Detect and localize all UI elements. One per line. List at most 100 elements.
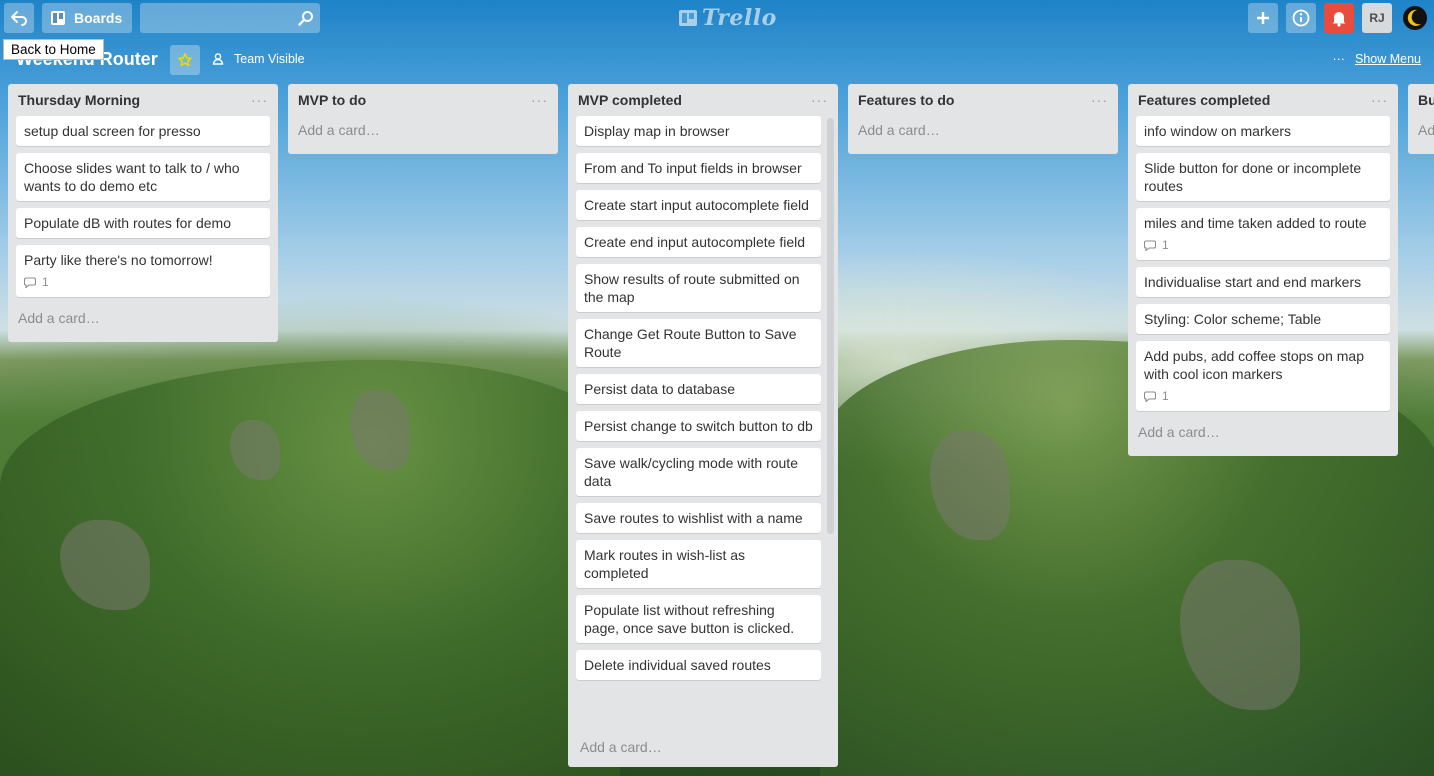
- visibility-label: Team Visible: [234, 52, 305, 66]
- card[interactable]: Populate dB with routes for demo: [16, 208, 270, 238]
- moon-icon-button[interactable]: [1400, 3, 1430, 33]
- card[interactable]: Delete individual saved routes: [576, 650, 821, 680]
- list-mvp-completed: MVP completed ··· Display map in browser…: [568, 84, 838, 767]
- card[interactable]: Save walk/cycling mode with route data: [576, 448, 821, 496]
- add-card-button[interactable]: Add a card…: [578, 733, 664, 763]
- list-header: MVP to do ···: [296, 84, 550, 116]
- card-title: Choose slides want to talk to / who want…: [24, 160, 240, 194]
- card[interactable]: Choose slides want to talk to / who want…: [16, 153, 270, 201]
- list-features-to-do: Features to do ··· Add a card…: [848, 84, 1118, 154]
- boards-label: Boards: [74, 10, 123, 26]
- card[interactable]: setup dual screen for presso: [16, 116, 270, 146]
- list-menu-icon[interactable]: ···: [811, 92, 828, 108]
- card[interactable]: Add pubs, add coffee stops on map with c…: [1136, 341, 1390, 411]
- list-thursday-morning: Thursday Morning ··· setup dual screen f…: [8, 84, 278, 342]
- comment-icon: [1144, 390, 1156, 402]
- card-title: Save walk/cycling mode with route data: [584, 455, 798, 489]
- card[interactable]: Persist change to switch button to db: [576, 411, 821, 441]
- card-title: Persist data to database: [584, 381, 735, 397]
- card[interactable]: Create start input autocomplete field: [576, 190, 821, 220]
- list-header: Features completed ···: [1136, 84, 1390, 116]
- card-title: Change Get Route Button to Save Route: [584, 326, 797, 360]
- header-right-controls: RJ: [1248, 3, 1430, 33]
- trello-logo[interactable]: Trello: [679, 5, 777, 31]
- star-board-button[interactable]: [170, 45, 200, 75]
- list-header: MVP completed ···: [576, 84, 830, 116]
- search-input[interactable]: [150, 3, 290, 33]
- card-title: From and To input fields in browser: [584, 160, 802, 176]
- card[interactable]: Persist data to database: [576, 374, 821, 404]
- card-title: Party like there's no tomorrow!: [24, 252, 213, 268]
- bell-icon: [1332, 12, 1346, 27]
- back-to-home-tooltip: Back to Home: [3, 39, 104, 60]
- list-title[interactable]: Features completed: [1138, 92, 1270, 108]
- list-partial: Bu Ad: [1408, 84, 1434, 154]
- boards-button[interactable]: Boards: [42, 3, 133, 33]
- info-button[interactable]: [1286, 3, 1316, 33]
- list-title[interactable]: MVP completed: [578, 92, 682, 108]
- card[interactable]: Individualise start and end markers: [1136, 267, 1390, 297]
- card-title: Create start input autocomplete field: [584, 197, 809, 213]
- comment-icon: [24, 276, 36, 288]
- card[interactable]: Display map in browser: [576, 116, 821, 146]
- comment-count: 1: [1162, 389, 1169, 403]
- list-menu-icon[interactable]: ···: [251, 92, 268, 108]
- info-icon: [1292, 9, 1310, 27]
- card[interactable]: Change Get Route Button to Save Route: [576, 319, 821, 367]
- moon-icon: [1403, 6, 1427, 30]
- card[interactable]: Styling: Color scheme; Table: [1136, 304, 1390, 334]
- card-title: setup dual screen for presso: [24, 123, 201, 139]
- create-button[interactable]: [1248, 3, 1278, 33]
- list-title[interactable]: Bu: [1418, 92, 1434, 108]
- list-title[interactable]: Features to do: [858, 92, 954, 108]
- list-header: Thursday Morning ···: [16, 84, 270, 116]
- back-to-home-button[interactable]: [4, 3, 34, 33]
- card[interactable]: miles and time taken added to route 1: [1136, 208, 1390, 260]
- card-title: Persist change to switch button to db: [584, 418, 813, 434]
- comment-count: 1: [42, 275, 49, 289]
- list-mvp-to-do: MVP to do ··· Add a card…: [288, 84, 558, 154]
- trello-logo-icon: [679, 10, 697, 26]
- add-card-button[interactable]: Add a card…: [856, 116, 1110, 146]
- add-card-button[interactable]: Add a card…: [296, 116, 550, 146]
- list-menu-icon[interactable]: ···: [1371, 92, 1388, 108]
- comment-count: 1: [1162, 238, 1169, 252]
- show-menu-button[interactable]: ··· Show Menu: [1332, 52, 1421, 66]
- list-features-completed: Features completed ··· info window on ma…: [1128, 84, 1398, 456]
- list-menu-icon[interactable]: ···: [531, 92, 548, 108]
- logo-text: Trello: [702, 5, 777, 31]
- back-arrow-icon: [11, 11, 27, 26]
- card[interactable]: info window on markers: [1136, 116, 1390, 146]
- card[interactable]: Populate list without refreshing page, o…: [576, 595, 821, 643]
- team-icon: [212, 53, 224, 65]
- card-title: Save routes to wishlist with a name: [584, 510, 803, 526]
- card-title: miles and time taken added to route: [1144, 215, 1367, 231]
- visibility-button[interactable]: Team Visible: [212, 52, 305, 66]
- card[interactable]: From and To input fields in browser: [576, 153, 821, 183]
- avatar[interactable]: RJ: [1362, 3, 1392, 33]
- list-title[interactable]: MVP to do: [298, 92, 366, 108]
- list-scrollbar[interactable]: [827, 118, 834, 534]
- list-header: Bu: [1416, 84, 1434, 116]
- add-card-button[interactable]: Add a card…: [1136, 418, 1390, 448]
- card[interactable]: Show results of route submitted on the m…: [576, 264, 821, 312]
- card-title: Populate list without refreshing page, o…: [584, 602, 795, 636]
- card[interactable]: Party like there's no tomorrow! 1: [16, 245, 270, 297]
- list-menu-icon[interactable]: ···: [1091, 92, 1108, 108]
- list-title[interactable]: Thursday Morning: [18, 92, 140, 108]
- card-container: Display map in browser From and To input…: [576, 116, 821, 680]
- show-menu-label: Show Menu: [1354, 52, 1421, 66]
- card-title: Add pubs, add coffee stops on map with c…: [1144, 348, 1365, 382]
- card[interactable]: Save routes to wishlist with a name: [576, 503, 821, 533]
- card-title: Display map in browser: [584, 123, 730, 139]
- more-dots-icon: ···: [1332, 52, 1345, 66]
- card[interactable]: Mark routes in wish-list as completed: [576, 540, 821, 588]
- card[interactable]: Slide button for done or incomplete rout…: [1136, 153, 1390, 201]
- card-title: Show results of route submitted on the m…: [584, 271, 800, 305]
- card-title: Create end input autocomplete field: [584, 234, 806, 250]
- notifications-button[interactable]: [1324, 3, 1354, 33]
- add-card-button[interactable]: Add a card…: [16, 304, 270, 334]
- add-card-button[interactable]: Ad: [1416, 116, 1434, 146]
- search-icon: [298, 11, 314, 26]
- card[interactable]: Create end input autocomplete field: [576, 227, 821, 257]
